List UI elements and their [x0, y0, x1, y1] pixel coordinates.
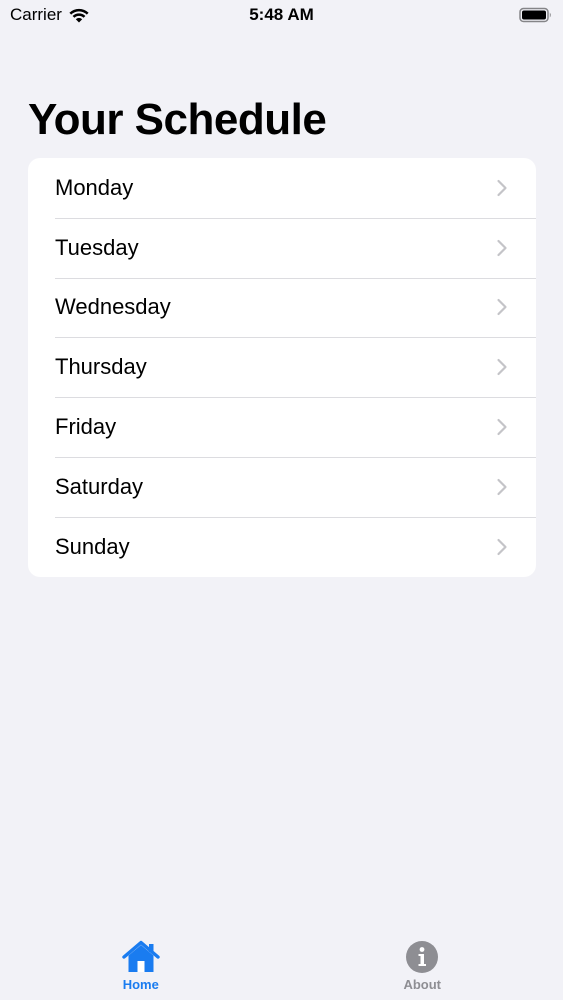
- list-item-monday[interactable]: Monday: [28, 158, 536, 218]
- status-time: 5:48 AM: [249, 5, 314, 24]
- carrier-label: Carrier: [10, 5, 62, 24]
- list-item-label: Sunday: [55, 533, 130, 559]
- list-item-thursday[interactable]: Thursday: [28, 337, 536, 397]
- list-item-friday[interactable]: Friday: [28, 397, 536, 457]
- list-item-saturday[interactable]: Saturday: [28, 456, 536, 517]
- list-item-label: Thursday: [55, 354, 147, 380]
- chevron-right-icon: [496, 179, 508, 197]
- list-item-wednesday[interactable]: Wednesday: [28, 277, 536, 338]
- list-item-label: Tuesday: [55, 234, 139, 260]
- tab-bar: Home About: [0, 930, 563, 1000]
- list-item-sunday[interactable]: Sunday: [28, 516, 536, 577]
- tab-label: Home: [122, 977, 159, 992]
- list-item-tuesday[interactable]: Tuesday: [28, 217, 536, 278]
- status-left: Carrier: [10, 5, 90, 25]
- chevron-right-icon: [496, 478, 508, 496]
- chevron-right-icon: [496, 298, 508, 316]
- tab-home[interactable]: Home: [0, 930, 282, 1000]
- chevron-right-icon: [496, 239, 508, 257]
- chevron-right-icon: [496, 358, 508, 376]
- list-item-label: Monday: [55, 174, 134, 200]
- wifi-icon: [68, 7, 90, 23]
- status-bar: Carrier 5:48 AM: [0, 0, 563, 30]
- list-item-label: Wednesday: [55, 294, 171, 320]
- chevron-right-icon: [496, 418, 508, 436]
- battery-icon: [519, 7, 553, 23]
- tab-about[interactable]: About: [282, 930, 563, 1000]
- tab-label: About: [403, 977, 442, 992]
- chevron-right-icon: [496, 538, 508, 556]
- list-item-label: Saturday: [55, 473, 144, 499]
- schedule-list: Monday Tuesday Wednesday Thursday Friday…: [28, 158, 536, 577]
- list-item-label: Friday: [55, 414, 117, 440]
- house-icon: [121, 940, 161, 974]
- page-title: Your Schedule: [28, 95, 327, 144]
- info-icon: [405, 940, 439, 974]
